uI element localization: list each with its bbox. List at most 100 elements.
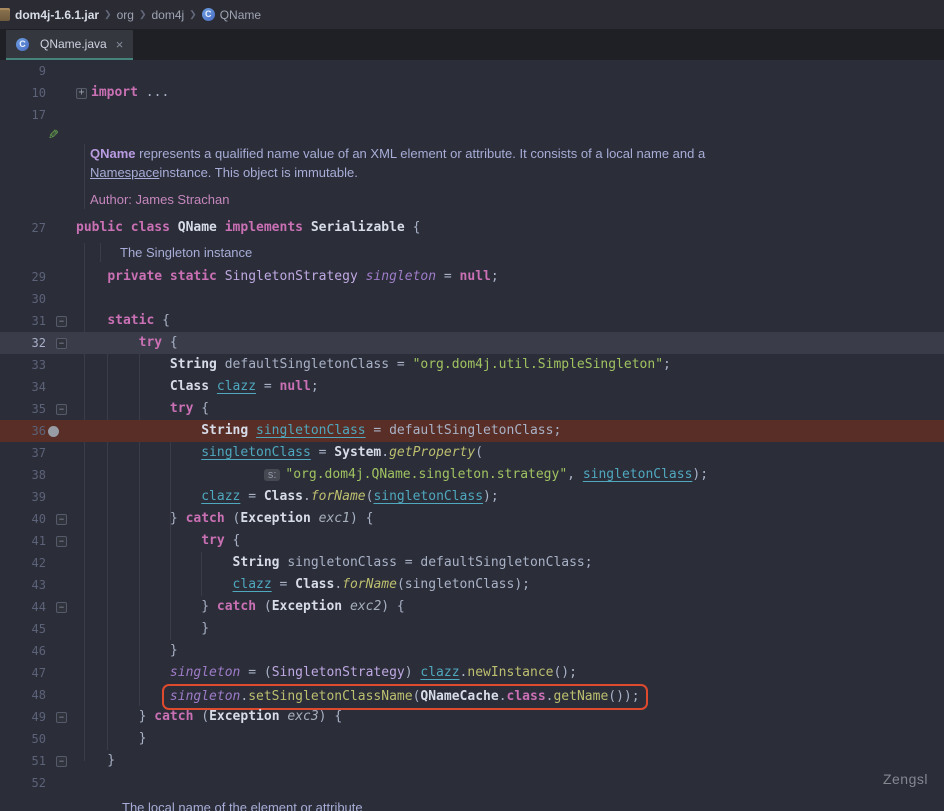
code-token [76, 555, 233, 570]
doc-line[interactable]: QName represents a qualified name value … [0, 144, 944, 163]
fold-marker-icon[interactable]: − [56, 514, 67, 525]
expand-fold-icon[interactable]: + [76, 88, 87, 99]
code-line[interactable]: 38 s:"org.dom4j.QName.singleton.strategy… [0, 464, 944, 486]
code-line[interactable]: 42 String singletonClass = defaultSingle… [0, 552, 944, 574]
code-line[interactable]: 47 singleton = (SingletonStrategy) clazz… [0, 662, 944, 684]
line-number[interactable] [0, 144, 46, 163]
edit-javadoc-icon[interactable]: ✎ [48, 126, 59, 144]
line-number[interactable]: 45 [0, 618, 46, 640]
line-number[interactable]: 46 [0, 640, 46, 662]
code-line[interactable]: 10+import ... [0, 82, 944, 104]
code-line[interactable]: 52 [0, 772, 944, 794]
code-line[interactable]: 45 } [0, 618, 944, 640]
line-number[interactable] [0, 798, 46, 811]
code-line[interactable]: 17 [0, 104, 944, 126]
line-number[interactable]: 49 [0, 706, 46, 728]
line-number[interactable]: 52 [0, 772, 46, 794]
code-line[interactable]: 44− } catch (Exception exc2) { [0, 596, 944, 618]
code-line[interactable]: 51− } [0, 750, 944, 772]
line-number[interactable]: 51 [0, 750, 46, 772]
code-line[interactable]: 29 private static SingletonStrategy sing… [0, 266, 944, 288]
class-icon: C [202, 8, 215, 21]
code-line[interactable]: 9 [0, 60, 944, 82]
line-number[interactable]: 43 [0, 574, 46, 596]
fold-marker-icon[interactable]: − [56, 536, 67, 547]
line-number[interactable]: 31 [0, 310, 46, 332]
line-number[interactable] [0, 190, 46, 209]
line-number[interactable]: 47 [0, 662, 46, 684]
code-line[interactable]: 31− static { [0, 310, 944, 332]
line-number[interactable]: 35 [0, 398, 46, 420]
breadcrumb-item-qname[interactable]: QName [220, 8, 261, 22]
code-line[interactable]: 46 } [0, 640, 944, 662]
close-tab-icon[interactable]: × [116, 37, 124, 52]
line-number[interactable]: 29 [0, 266, 46, 288]
breadcrumb-item-dom4j[interactable]: dom4j [151, 8, 184, 22]
code-line[interactable]: 35− try { [0, 398, 944, 420]
line-number[interactable] [0, 126, 46, 144]
code-line[interactable]: 36 String singletonClass = defaultSingle… [0, 420, 944, 442]
code-token: catch [154, 709, 193, 724]
code-line[interactable]: 30 [0, 288, 944, 310]
line-number[interactable]: 17 [0, 104, 46, 126]
code-line[interactable]: 41− try { [0, 530, 944, 552]
doc-line[interactable]: Namespaceinstance. This object is immuta… [0, 163, 944, 182]
code-token: = [272, 577, 295, 592]
line-number[interactable]: 36 [0, 420, 46, 442]
line-number[interactable] [0, 182, 46, 190]
code-token: QNameCache [420, 689, 498, 704]
code-token: QName [90, 146, 136, 161]
code-line[interactable]: 40− } catch (Exception exc1) { [0, 508, 944, 530]
code-line[interactable]: 43 clazz = Class.forName(singletonClass)… [0, 574, 944, 596]
line-number[interactable]: 9 [0, 60, 46, 82]
line-number[interactable]: 34 [0, 376, 46, 398]
code-editor[interactable]: 910+import ...17✎QName represents a qual… [0, 60, 944, 811]
code-token [76, 533, 201, 548]
fold-marker-icon[interactable]: − [56, 316, 67, 327]
breakpoint-icon[interactable] [48, 426, 59, 437]
line-number[interactable]: 38 [0, 464, 46, 486]
line-number[interactable]: 27 [0, 217, 46, 239]
code-token: } [76, 511, 186, 526]
fold-marker-icon[interactable]: − [56, 756, 67, 767]
fold-marker-icon[interactable]: − [56, 404, 67, 415]
line-number[interactable]: 39 [0, 486, 46, 508]
line-number[interactable]: 37 [0, 442, 46, 464]
line-number[interactable]: 30 [0, 288, 46, 310]
line-number[interactable]: 42 [0, 552, 46, 574]
code-line[interactable]: 34 Class clazz = null; [0, 376, 944, 398]
code-token [217, 269, 225, 284]
fold-marker-icon[interactable]: − [56, 712, 67, 723]
code-line[interactable]: 27public class QName implements Serializ… [0, 217, 944, 239]
code-line[interactable]: 37 singletonClass = System.getProperty( [0, 442, 944, 464]
line-number[interactable]: 44 [0, 596, 46, 618]
code-token: ... [138, 85, 169, 100]
doc-line[interactable]: Author: James Strachan [0, 190, 944, 209]
fold-marker-icon[interactable]: − [56, 338, 67, 349]
tab-qname-java[interactable]: C QName.java × [6, 30, 133, 60]
breadcrumb-item-jar[interactable]: dom4j-1.6.1.jar [15, 8, 99, 22]
fold-marker-icon[interactable]: − [56, 602, 67, 613]
code-line[interactable]: 32− try { [0, 332, 944, 354]
line-number[interactable]: 32 [0, 332, 46, 354]
line-number[interactable]: 33 [0, 354, 46, 376]
code-line[interactable]: 49− } catch (Exception exc3) { [0, 706, 944, 728]
code-line[interactable]: 33 String defaultSingletonClass = "org.d… [0, 354, 944, 376]
breadcrumb-item-org[interactable]: org [117, 8, 134, 22]
line-number[interactable]: 10 [0, 82, 46, 104]
line-number[interactable] [0, 243, 46, 262]
line-number[interactable]: 41 [0, 530, 46, 552]
line-number[interactable]: 50 [0, 728, 46, 750]
line-number[interactable]: 48 [0, 684, 46, 706]
line-number[interactable] [0, 163, 46, 182]
code-token [76, 445, 201, 460]
doc-line[interactable]: The Singleton instance [0, 243, 944, 262]
code-line[interactable]: 48 singleton.setSingletonClassName(QName… [0, 684, 944, 706]
code-token: { [193, 401, 209, 416]
code-line[interactable]: 50 } [0, 728, 944, 750]
code-line[interactable]: 39 clazz = Class.forName(singletonClass)… [0, 486, 944, 508]
chevron-right-icon: ❯ [189, 9, 197, 20]
line-number[interactable] [0, 209, 46, 217]
line-number[interactable]: 40 [0, 508, 46, 530]
doc-line[interactable]: The local name of the element or attribu… [0, 798, 944, 811]
